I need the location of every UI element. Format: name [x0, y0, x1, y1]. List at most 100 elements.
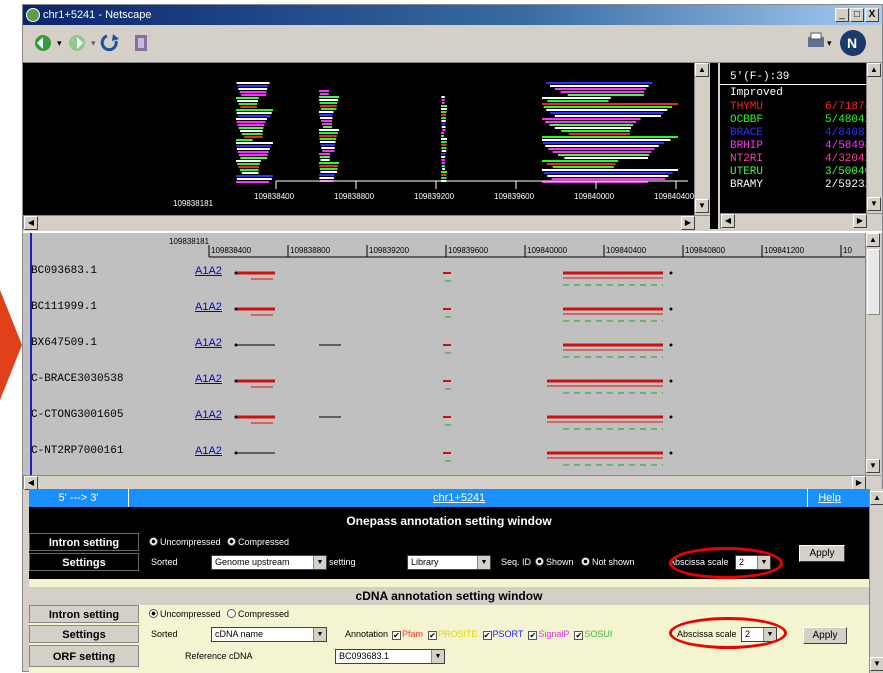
chevron-down-icon: ▼	[313, 628, 326, 641]
detail-hscroll[interactable]: ◀ ▶	[23, 475, 881, 490]
library-name: OCBBF	[730, 114, 764, 126]
location-link[interactable]: chr1+5241	[433, 489, 485, 507]
checkbox-checked-icon: ✔	[528, 631, 538, 640]
checkbox-checked-icon: ✔	[482, 631, 492, 640]
checkbox-checked-icon: ✔	[574, 631, 584, 640]
radio-compressed[interactable]: Compressed	[227, 609, 289, 619]
scroll-down-icon[interactable]: ▼	[867, 197, 881, 211]
browser-window: chr1+5241 - Netscape _ □ X ▾ ▾ ▾ N 10983…	[22, 4, 883, 673]
highlight-ellipse	[669, 547, 783, 579]
annotation-checkbox[interactable]: ✔ Pfam	[387, 629, 424, 640]
stop-icon[interactable]	[135, 35, 147, 51]
a1a2-link[interactable]: A1A2	[195, 301, 222, 313]
detail-vscroll[interactable]: ▲ ▼	[865, 233, 881, 475]
reload-icon[interactable]	[100, 34, 119, 52]
a1a2-link[interactable]: A1A2	[195, 373, 222, 385]
detail-tick-label: 109841200	[764, 246, 805, 255]
page-vscroll[interactable]: ▲ ▼	[869, 489, 883, 673]
settings-area: 5' ---> 3' chr1+5241 Help Onepass annota…	[29, 489, 869, 673]
library-name: UTERU	[730, 166, 764, 178]
alignment-canvas: 109838181109838400 109838800 109839200 1098…	[30, 233, 865, 475]
radio-shown[interactable]: Shown	[535, 553, 574, 571]
library-subheader: Improved	[730, 87, 783, 99]
library-vscroll[interactable]: ▲ ▼	[866, 63, 882, 213]
scroll-up-icon[interactable]: ▲	[867, 63, 881, 77]
close-button[interactable]: X	[865, 8, 879, 22]
scroll-right-icon[interactable]: ▶	[681, 216, 695, 230]
radio-uncompressed[interactable]: Uncompressed	[149, 537, 221, 547]
overview-vscroll[interactable]: ▲ ▼	[694, 63, 710, 215]
svg-text:▾: ▾	[91, 38, 96, 48]
scroll-up-icon[interactable]: ▲	[866, 233, 880, 247]
seqid-label: Seq. ID	[501, 557, 532, 567]
onepass-apply-button[interactable]: Apply	[799, 545, 845, 562]
cdna-intron-label: Intron setting	[29, 605, 139, 623]
cdna-row-label: C-BRACE3030538	[31, 373, 124, 385]
sorted-select[interactable]: Genome upstream ▼	[211, 555, 327, 570]
radio-uncompressed[interactable]: Uncompressed	[149, 609, 221, 619]
genome-overview-panel[interactable]: 109838181 109838400 109838800 109839200 1098…	[23, 63, 718, 230]
cdna-apply-button[interactable]: Apply	[803, 627, 847, 644]
scroll-left-icon[interactable]: ◀	[24, 476, 38, 490]
annotation-checkbox[interactable]: ✔ PSORT	[478, 629, 524, 640]
a1a2-link[interactable]: A1A2	[195, 445, 222, 457]
exon-end-dot	[234, 307, 238, 311]
scroll-down-icon[interactable]: ▼	[695, 199, 709, 213]
exon-end-dot	[234, 379, 238, 383]
back-icon[interactable]	[35, 35, 51, 51]
overview-hscroll[interactable]: ◀ ▶	[23, 215, 710, 230]
forward-icon[interactable]	[69, 35, 85, 51]
detail-tick-label: 109840800	[685, 246, 726, 255]
minimize-button[interactable]: _	[835, 8, 849, 22]
print-icon[interactable]	[808, 32, 824, 47]
annotation-checkbox[interactable]: ✔ SOSUI	[569, 629, 612, 640]
radio-compressed[interactable]: Compressed	[227, 537, 289, 547]
overview-start-label: 109838181	[173, 199, 214, 208]
radio-not-shown[interactable]: Not shown	[581, 553, 635, 571]
overview-tick-label: 109838800	[334, 192, 375, 201]
scroll-left-icon[interactable]: ◀	[721, 214, 735, 228]
annotation-checkbox[interactable]: ✔ SignalP	[523, 629, 569, 640]
help-link[interactable]: Help	[807, 489, 851, 507]
scroll-down-icon[interactable]: ▼	[870, 657, 883, 671]
title-bar: chr1+5241 - Netscape _ □ X	[23, 5, 882, 25]
detail-tick-label: 109840000	[527, 246, 568, 255]
cdna-title: cDNA annotation setting window	[29, 587, 869, 605]
reference-cdna-select[interactable]: BC093683.1 ▼	[335, 649, 445, 664]
svg-text:N: N	[847, 35, 857, 51]
overview-tick-label: 109840400	[654, 192, 695, 201]
scroll-left-icon[interactable]: ◀	[24, 216, 38, 230]
annotation-name: PSORT	[492, 629, 524, 639]
cdna-sorted-select[interactable]: cDNA name ▼	[211, 627, 327, 642]
a1a2-link[interactable]: A1A2	[195, 409, 222, 421]
radio-checked-icon	[581, 557, 590, 566]
library-name: BRAMY	[730, 179, 764, 191]
a1a2-link[interactable]: A1A2	[195, 265, 222, 277]
library-name: THYMU	[730, 101, 764, 113]
color-setting-select[interactable]: Library ▼	[407, 555, 491, 570]
scroll-up-icon[interactable]: ▲	[870, 491, 883, 505]
svg-text:▾: ▾	[827, 38, 832, 48]
annotation-checkbox[interactable]: ✔ PROSITE	[423, 629, 478, 640]
onepass-intron-options: Uncompressed Compressed	[143, 533, 783, 551]
cdna-alignment-panel[interactable]: 109838181 109838400 109838800 109839200 1098…	[23, 231, 882, 490]
scroll-up-icon[interactable]: ▲	[695, 63, 709, 77]
scroll-right-icon[interactable]: ▶	[852, 476, 866, 490]
a1a2-link[interactable]: A1A2	[195, 337, 222, 349]
netscape-logo-icon[interactable]: N	[840, 30, 866, 56]
library-divider	[720, 84, 866, 85]
chevron-down-icon: ▼	[313, 556, 326, 569]
scroll-thumb[interactable]	[867, 249, 880, 315]
library-count: 6/71874	[825, 101, 872, 113]
maximize-button[interactable]: □	[850, 8, 864, 22]
direction-label: 5' ---> 3'	[29, 489, 129, 507]
library-count: 3/50040	[825, 166, 872, 178]
detail-tick-label: 109839200	[369, 246, 410, 255]
library-hscroll[interactable]: ◀ ▶	[720, 213, 882, 229]
scroll-right-icon[interactable]: ▶	[853, 214, 867, 228]
scroll-down-icon[interactable]: ▼	[866, 459, 880, 473]
window-title: chr1+5241 - Netscape	[43, 9, 152, 21]
sorted-label: Sorted	[151, 629, 178, 639]
annotation-name: Pfam	[402, 629, 424, 639]
overview-tick-label: 109839200	[414, 192, 455, 201]
